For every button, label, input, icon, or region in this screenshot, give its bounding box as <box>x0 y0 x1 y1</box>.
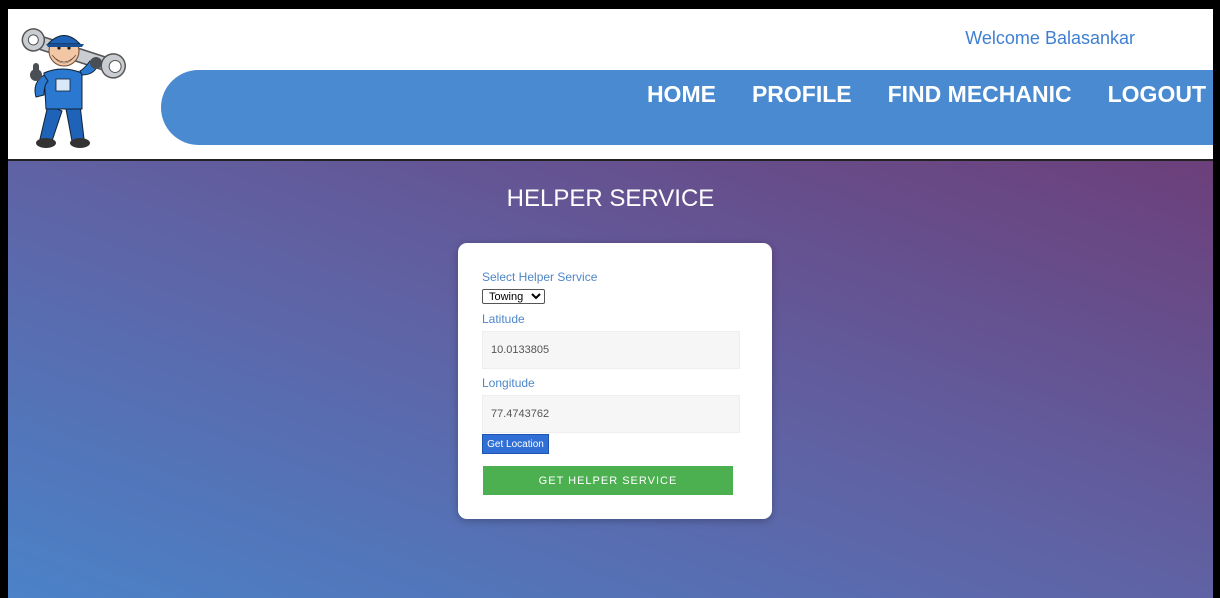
welcome-message: Welcome Balasankar <box>965 28 1135 48</box>
nav-links: HOME PROFILE FIND MECHANIC LOGOUT <box>647 81 1206 108</box>
nav-home-link[interactable]: HOME <box>647 81 716 108</box>
service-select-label: Select Helper Service <box>482 270 598 284</box>
nav-find-mechanic-link[interactable]: FIND MECHANIC <box>888 81 1072 108</box>
longitude-label: Longitude <box>482 376 535 390</box>
nav-logout-link[interactable]: LOGOUT <box>1108 81 1206 108</box>
helper-service-card: Select Helper Service Towing Latitude Lo… <box>458 243 772 519</box>
app-frame: Welcome Balasankar HOME PROFILE FIND MEC… <box>8 9 1213 598</box>
site-header: Welcome Balasankar HOME PROFILE FIND MEC… <box>8 9 1213 159</box>
service-select[interactable]: Towing <box>482 289 545 304</box>
nav-bar: HOME PROFILE FIND MECHANIC LOGOUT <box>161 70 1213 145</box>
get-helper-service-button[interactable]: GET HELPER SERVICE <box>483 466 733 495</box>
page-title: HELPER SERVICE <box>506 185 715 212</box>
get-location-button[interactable]: Get Location <box>482 434 549 454</box>
mechanic-mascot-icon <box>21 28 126 148</box>
latitude-input[interactable] <box>482 331 740 369</box>
latitude-label: Latitude <box>482 312 525 326</box>
longitude-input[interactable] <box>482 395 740 433</box>
main-content: HELPER SERVICE Select Helper Service Tow… <box>8 161 1213 598</box>
nav-profile-link[interactable]: PROFILE <box>752 81 852 108</box>
